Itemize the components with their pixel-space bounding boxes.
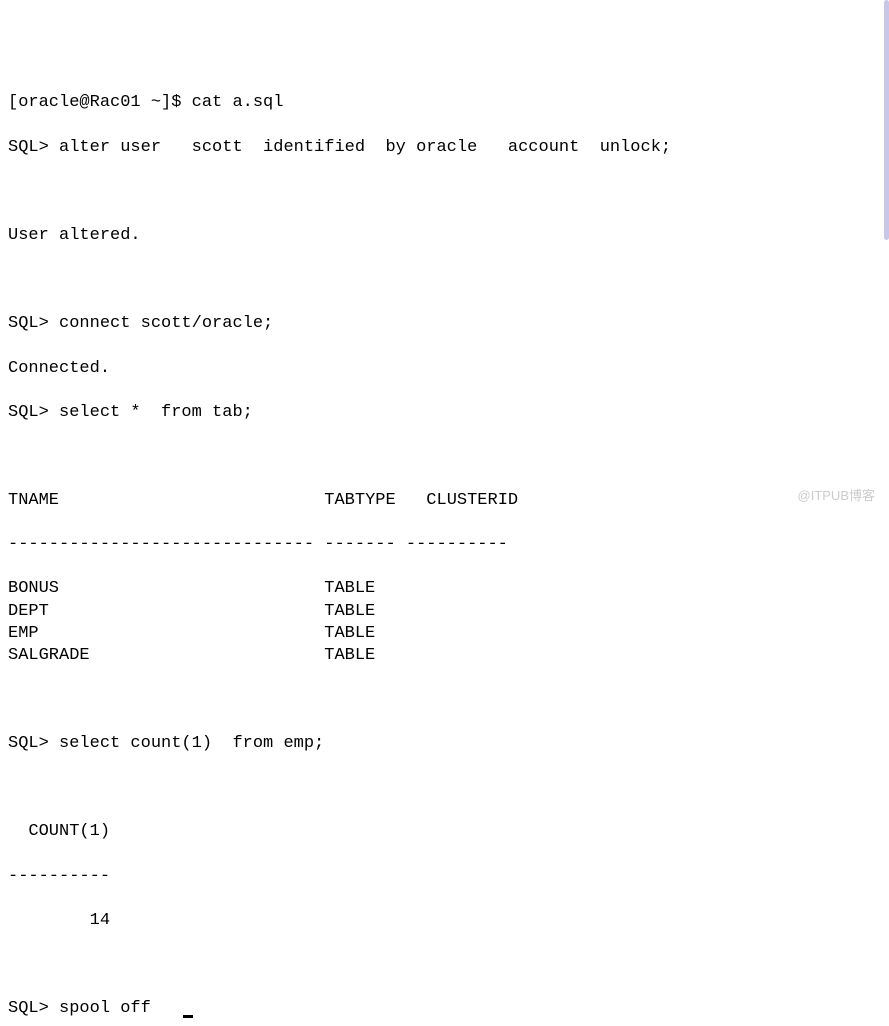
col-tabtype: TABTYPE [324,491,426,510]
alter-result: User altered. [8,225,881,247]
shell-prompt: [oracle@Rac01 ~]$ [8,93,192,112]
sql-prompt: SQL> [8,403,59,422]
blank-line [8,954,881,976]
tab-rows-container: BONUS TABLEDEPT TABLEEMP TABLESALGRADE T… [8,578,881,666]
scrollbar-thumb[interactable] [884,0,889,240]
sql-spool-off: spool off [59,999,151,1018]
table-row: EMP TABLE [8,623,881,645]
table-row: SALGRADE TABLE [8,645,881,667]
sql-prompt: SQL> [8,734,59,753]
blank-line [8,446,881,468]
table-row: BONUS TABLE [8,578,881,600]
shell-command: cat a.sql [192,93,284,112]
col-tname: TNAME [8,491,324,510]
sql-prompt: SQL> [8,999,59,1018]
blank-line [8,777,881,799]
sql-line-select-count: SQL> select count(1) from emp; [8,733,881,755]
tab-separator: ------------------------------ ------- -… [8,534,881,556]
count-separator: ---------- [8,866,881,888]
blank-line [8,181,881,203]
sql-line-select-tab: SQL> select * from tab; [8,402,881,424]
shell-line: [oracle@Rac01 ~]$ cat a.sql [8,92,881,114]
sql-alter-user: alter user scott identified by oracle ac… [59,138,671,157]
cursor-icon [183,1015,193,1018]
sql-line-spool: SQL> spool off [8,998,881,1020]
sql-select-count: select count(1) from emp; [59,734,324,753]
scrollbar-track[interactable] [883,0,889,513]
sql-line-alter: SQL> alter user scott identified by orac… [8,137,881,159]
col-clusterid: CLUSTERID [426,491,518,510]
tab-header-row: TNAME TABTYPE CLUSTERID [8,490,881,512]
sql-connect: connect scott/oracle; [59,314,273,333]
sql-prompt: SQL> [8,138,59,157]
sql-line-connect: SQL> connect scott/oracle; [8,313,881,335]
blank-line [8,689,881,711]
connect-result: Connected. [8,358,881,380]
sql-prompt: SQL> [8,314,59,333]
count-header: COUNT(1) [8,821,881,843]
sql-select-tab: select * from tab; [59,403,253,422]
count-value: 14 [8,910,881,932]
watermark-text: @ITPUB博客 [798,488,875,505]
blank-line [8,269,881,291]
table-row: DEPT TABLE [8,601,881,623]
